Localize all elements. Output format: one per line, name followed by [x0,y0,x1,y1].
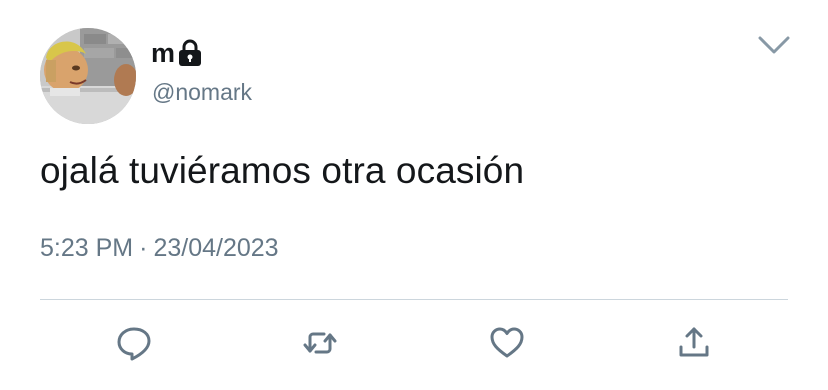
share-button[interactable] [676,325,712,361]
tweet-time[interactable]: 5:23 PM [40,232,133,264]
handle[interactable]: @nomark [152,78,252,106]
display-name[interactable]: m [151,38,202,68]
tweet-text: ojalá tuviéramos otra ocasión [40,150,525,191]
comment-bubble-icon [117,327,151,361]
retweet-button[interactable] [302,325,338,361]
retweet-arrows-icon [303,332,337,354]
heart-icon [490,327,524,358]
avatar-image [40,28,136,124]
chevron-down-icon[interactable] [756,32,792,58]
tweet-date[interactable]: 23/04/2023 [153,232,278,264]
share-upload-icon [679,327,709,357]
like-button[interactable] [489,325,525,361]
meta-separator: · [139,234,148,262]
tweet-meta: 5:23 PM · 23/04/2023 [40,232,279,264]
avatar[interactable] [40,28,136,124]
display-name-text: m [151,38,176,68]
lock-icon [178,39,202,67]
divider [40,299,788,300]
reply-button[interactable] [116,325,152,361]
tweet-card: m @nomark ojalá tuviéramos otra ocasión … [0,0,828,390]
